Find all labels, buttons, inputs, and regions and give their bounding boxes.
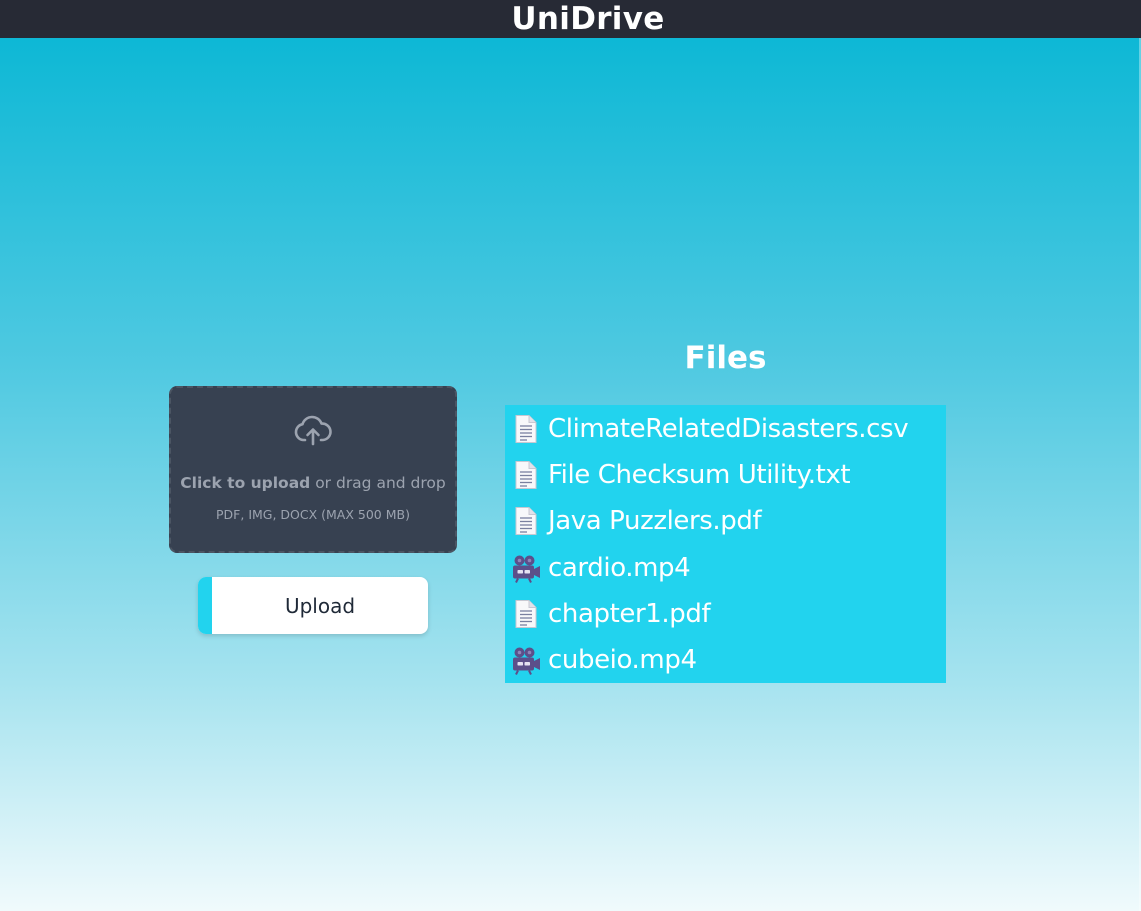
dropzone-file-hint: PDF, IMG, DOCX (MAX 500 MB) [216,507,410,522]
top-bar: UniDrive [0,0,1141,38]
file-name: Java Puzzlers.pdf [548,506,762,536]
movie-camera-icon [513,647,540,675]
files-list: ClimateRelatedDisasters.csv File Checksu… [505,405,946,683]
document-icon [515,415,537,443]
app-title: UniDrive [511,1,665,37]
document-icon [515,507,537,535]
drag-and-drop-text: or drag and drop [310,474,446,492]
upload-button[interactable]: Upload [198,577,428,634]
click-to-upload-text: Click to upload [180,474,311,492]
file-name: cardio.mp4 [548,553,691,583]
dropzone-instruction: Click to upload or drag and drop [171,474,455,492]
document-icon [515,600,537,628]
file-name: chapter1.pdf [548,599,711,629]
files-heading: Files [684,340,767,376]
file-item[interactable]: cubeio.mp4 [505,637,946,683]
file-item[interactable]: ClimateRelatedDisasters.csv [505,406,946,452]
movie-camera-icon [513,555,540,583]
file-item[interactable]: Java Puzzlers.pdf [505,498,946,544]
upload-button-label: Upload [284,593,356,618]
file-item[interactable]: cardio.mp4 [505,545,946,591]
file-name: cubeio.mp4 [548,645,697,675]
file-name: ClimateRelatedDisasters.csv [548,414,909,444]
file-item[interactable]: File Checksum Utility.txt [505,452,946,498]
file-item[interactable]: chapter1.pdf [505,591,946,637]
file-name: File Checksum Utility.txt [548,460,851,490]
upload-button-accent [198,577,212,634]
document-icon [515,461,537,489]
cloud-upload-icon [294,415,332,446]
file-dropzone[interactable]: Click to upload or drag and drop PDF, IM… [169,386,457,553]
